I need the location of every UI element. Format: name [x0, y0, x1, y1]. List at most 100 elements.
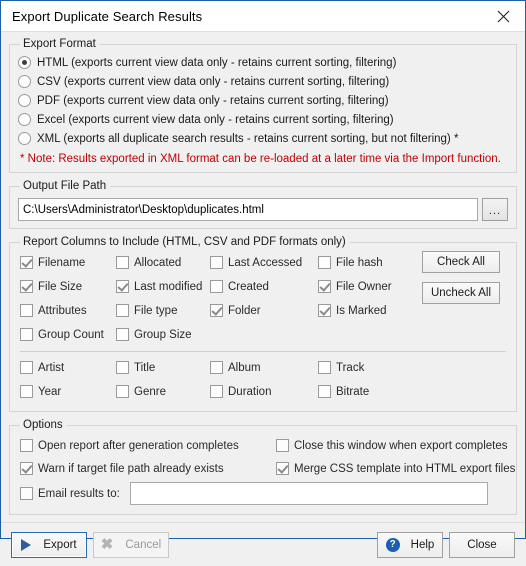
checkbox-indicator-file-owner[interactable] [318, 280, 331, 293]
export-button-label: Export [43, 538, 77, 551]
radio-option-xml[interactable]: XML (exports all duplicate search result… [18, 129, 508, 148]
close-x-icon: ✖ [100, 536, 114, 553]
report-columns-row-3: Attributes File type Folder Is Marked [18, 299, 508, 323]
checkbox-open-report-after-generation[interactable]: Open report after generation completes [20, 436, 239, 455]
checkbox-indicator-file-size[interactable] [20, 280, 33, 293]
checkbox-bitrate[interactable]: Bitrate [318, 382, 369, 401]
checkbox-indicator-bitrate[interactable] [318, 385, 331, 398]
report-columns-grid: Check All Uncheck All Filename Allocated [18, 251, 508, 404]
checkbox-indicator-is-marked[interactable] [318, 304, 331, 317]
checkbox-indicator-year[interactable] [20, 385, 33, 398]
dialog-body: Export Format HTML (exports current view… [1, 32, 525, 522]
options-row-2: Warn if target file path already exists … [18, 457, 515, 480]
checkbox-duration[interactable]: Duration [210, 382, 271, 401]
checkbox-indicator-group-count[interactable] [20, 328, 33, 341]
checkbox-title[interactable]: Title [116, 358, 155, 377]
checkbox-allocated[interactable]: Allocated [116, 253, 181, 272]
close-icon[interactable] [481, 1, 525, 31]
checkbox-label-file-size: File Size [38, 280, 83, 293]
checkbox-indicator-folder[interactable] [210, 304, 223, 317]
checkbox-merge-css-template[interactable]: Merge CSS template into HTML export file… [276, 459, 515, 478]
radio-option-excel[interactable]: Excel (exports current view data only - … [18, 110, 508, 129]
checkbox-indicator-file-hash[interactable] [318, 256, 331, 269]
help-button[interactable]: ? Help [377, 531, 443, 558]
radio-indicator-pdf[interactable] [18, 94, 31, 107]
columns-divider [20, 351, 506, 352]
checkbox-indicator-warn-path[interactable] [20, 462, 33, 475]
checkbox-indicator-merge-css[interactable] [276, 462, 289, 475]
checkbox-label-last-modified: Last modified [134, 280, 203, 293]
checkbox-file-size[interactable]: File Size [20, 277, 82, 296]
browse-button[interactable]: ... [482, 198, 508, 221]
checkbox-genre[interactable]: Genre [116, 382, 166, 401]
radio-label-excel: Excel (exports current view data only - … [37, 113, 394, 126]
checkbox-is-marked[interactable]: Is Marked [318, 301, 387, 320]
radio-indicator-xml[interactable] [18, 132, 31, 145]
checkbox-label-merge-css: Merge CSS template into HTML export file… [294, 462, 516, 475]
checkbox-warn-if-path-exists[interactable]: Warn if target file path already exists [20, 459, 224, 478]
checkbox-label-track: Track [336, 361, 365, 374]
checkbox-indicator-track[interactable] [318, 361, 331, 374]
checkbox-label-email-results: Email results to: [38, 487, 120, 500]
export-button[interactable]: Export [11, 531, 87, 558]
checkbox-close-window-on-export[interactable]: Close this window when export completes [276, 436, 508, 455]
checkbox-indicator-close-window[interactable] [276, 439, 289, 452]
checkbox-last-modified[interactable]: Last modified [116, 277, 202, 296]
checkbox-indicator-email-results[interactable] [20, 487, 33, 500]
checkbox-indicator-album[interactable] [210, 361, 223, 374]
checkbox-indicator-file-type[interactable] [116, 304, 129, 317]
checkbox-label-year: Year [38, 385, 62, 398]
checkbox-indicator-duration[interactable] [210, 385, 223, 398]
checkbox-created[interactable]: Created [210, 277, 269, 296]
checkbox-label-genre: Genre [134, 385, 166, 398]
checkbox-label-allocated: Allocated [134, 256, 182, 269]
checkbox-indicator-attributes[interactable] [20, 304, 33, 317]
checkbox-indicator-allocated[interactable] [116, 256, 129, 269]
email-results-input[interactable] [129, 482, 488, 505]
checkbox-indicator-artist[interactable] [20, 361, 33, 374]
options-group: Options Open report after generation com… [9, 419, 517, 515]
help-button-label: Help [410, 538, 435, 551]
checkbox-indicator-last-accessed[interactable] [210, 256, 223, 269]
checkbox-indicator-open-report[interactable] [20, 439, 33, 452]
radio-indicator-csv[interactable] [18, 75, 31, 88]
checkbox-attributes[interactable]: Attributes [20, 301, 87, 320]
checkbox-label-attributes: Attributes [38, 304, 87, 317]
checkbox-file-owner[interactable]: File Owner [318, 277, 392, 296]
checkbox-file-type[interactable]: File type [116, 301, 177, 320]
checkbox-label-group-size: Group Size [134, 328, 192, 341]
checkbox-indicator-genre[interactable] [116, 385, 129, 398]
close-button[interactable]: Close [449, 531, 515, 558]
checkbox-last-accessed[interactable]: Last Accessed [210, 253, 302, 272]
checkbox-year[interactable]: Year [20, 382, 61, 401]
radio-indicator-html[interactable] [18, 56, 31, 69]
checkbox-artist[interactable]: Artist [20, 358, 64, 377]
report-columns-row-1: Filename Allocated Last Accessed File ha… [18, 251, 508, 275]
checkbox-indicator-filename[interactable] [20, 256, 33, 269]
radio-indicator-excel[interactable] [18, 113, 31, 126]
checkbox-label-file-hash: File hash [336, 256, 383, 269]
checkbox-indicator-created[interactable] [210, 280, 223, 293]
radio-label-html: HTML (exports current view data only - r… [37, 56, 397, 69]
checkbox-email-results[interactable]: Email results to: [20, 484, 120, 503]
checkbox-indicator-group-size[interactable] [116, 328, 129, 341]
xml-note-text: * Note: Results exported in XML format c… [20, 153, 501, 165]
radio-option-pdf[interactable]: PDF (exports current view data only - re… [18, 91, 508, 110]
output-path-row: ... [18, 198, 508, 221]
checkbox-indicator-title[interactable] [116, 361, 129, 374]
checkbox-filename[interactable]: Filename [20, 253, 85, 272]
dialog-footer: Export ✖ Cancel ? Help Close [1, 522, 525, 566]
checkbox-file-hash[interactable]: File hash [318, 253, 383, 272]
checkbox-folder[interactable]: Folder [210, 301, 261, 320]
checkbox-track[interactable]: Track [318, 358, 364, 377]
radio-option-html[interactable]: HTML (exports current view data only - r… [18, 53, 508, 72]
checkbox-label-bitrate: Bitrate [336, 385, 370, 398]
checkbox-group-size[interactable]: Group Size [116, 325, 192, 344]
checkbox-indicator-last-modified[interactable] [116, 280, 129, 293]
output-file-path-legend: Output File Path [23, 180, 107, 192]
output-path-input[interactable] [18, 198, 478, 221]
checkbox-album[interactable]: Album [210, 358, 261, 377]
cancel-button-label: Cancel [125, 538, 162, 551]
radio-option-csv[interactable]: CSV (exports current view data only - re… [18, 72, 508, 91]
checkbox-group-count[interactable]: Group Count [20, 325, 104, 344]
